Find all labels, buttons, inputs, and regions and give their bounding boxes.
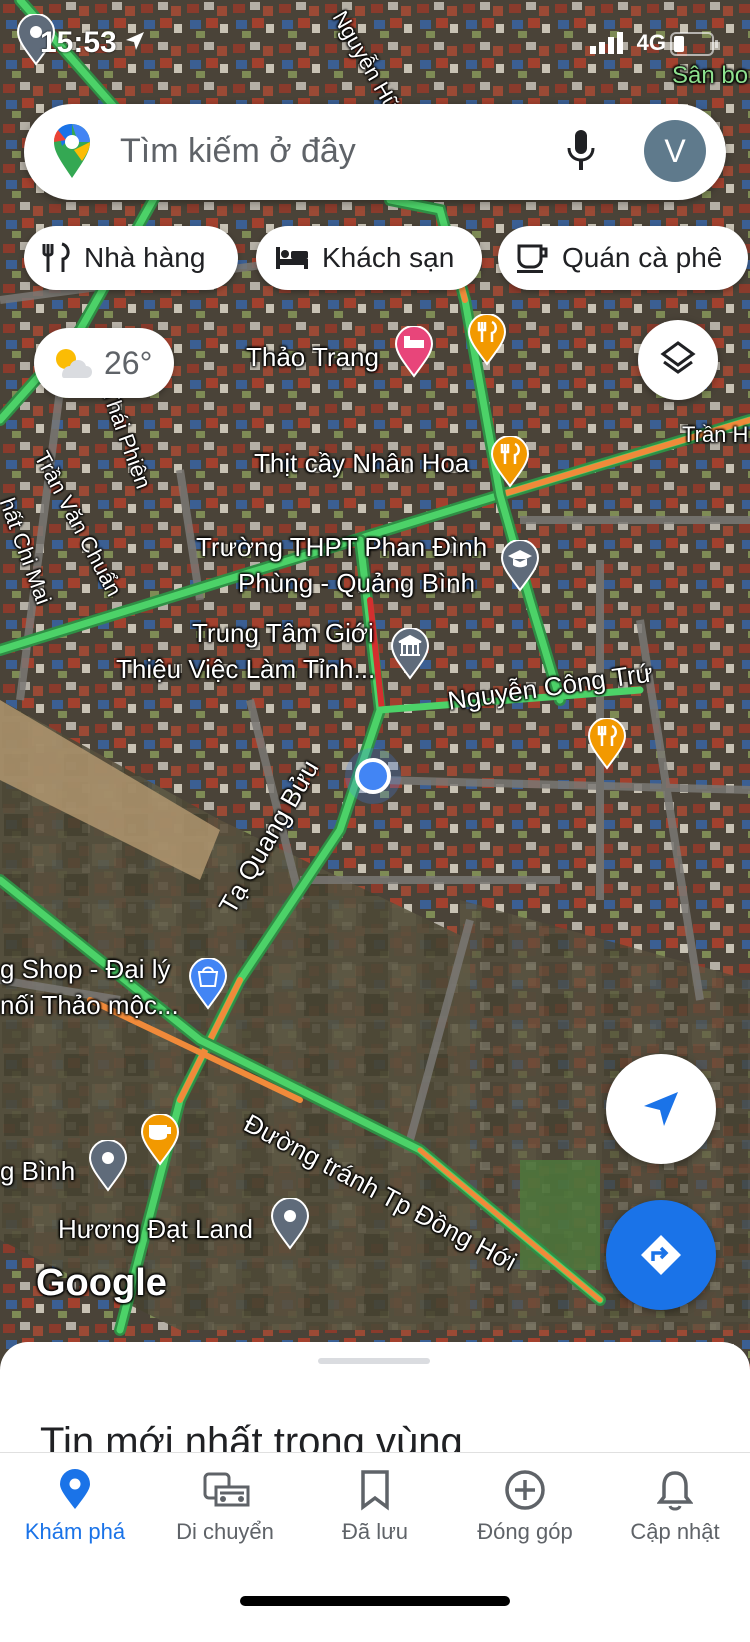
chip-label: Quán cà phê xyxy=(562,242,723,273)
nav-label: Di chuyển xyxy=(176,1519,274,1544)
nav-commute[interactable]: Di chuyển xyxy=(150,1453,300,1573)
map-label-thit-cay[interactable]: Thịt cầy Nhân Hoa xyxy=(254,448,469,479)
hotel-pin-icon[interactable] xyxy=(394,326,434,378)
nav-updates[interactable]: Cập nhật xyxy=(600,1453,750,1573)
account-avatar[interactable]: V xyxy=(644,120,706,182)
chip-restaurants[interactable]: Nhà hàng xyxy=(24,226,238,290)
current-location-dot xyxy=(355,758,391,794)
home-indicator xyxy=(240,1596,510,1606)
chip-label: Nhà hàng xyxy=(84,242,206,273)
nav-label: Khám phá xyxy=(24,1519,126,1544)
map-label-g-binh[interactable]: g Bình xyxy=(0,1156,75,1187)
weather-temperature: 26° xyxy=(104,345,153,381)
school-pin-icon[interactable] xyxy=(500,540,540,592)
map-label-truong-line1[interactable]: Trường THPT Phan Đình xyxy=(196,532,487,563)
status-bar: 15:53 4G xyxy=(0,18,750,74)
map-label-trung-tam-line2[interactable]: Thiệu Việc Làm Tỉnh... xyxy=(116,654,375,685)
add-circle-icon xyxy=(505,1470,545,1510)
partly-cloudy-icon xyxy=(56,349,92,378)
nav-saved[interactable]: Đã lưu xyxy=(300,1453,450,1573)
government-pin-icon[interactable] xyxy=(390,628,430,680)
map-label-huong-dat-land[interactable]: Hương Đạt Land xyxy=(58,1214,253,1245)
google-maps-logo-icon xyxy=(53,124,90,178)
map-label-shop-line1[interactable]: g Shop - Đại lý xyxy=(0,954,171,985)
layers-icon xyxy=(660,341,696,374)
microphone-icon[interactable] xyxy=(566,128,596,174)
bookmark-icon xyxy=(361,1470,389,1511)
nav-contribute[interactable]: Đóng góp xyxy=(450,1453,600,1573)
map-label-truong-line2[interactable]: Phùng - Quảng Bình xyxy=(238,568,475,599)
chip-label: Khách sạn xyxy=(322,242,455,273)
navigation-arrow-icon xyxy=(644,1092,678,1126)
restaurant-pin-icon[interactable] xyxy=(587,718,627,770)
bell-icon xyxy=(657,1471,693,1511)
status-time: 15:53 xyxy=(40,26,117,59)
cafe-pin-icon[interactable] xyxy=(140,1114,180,1166)
map-label-thao-trang[interactable]: Thảo Trang xyxy=(246,342,379,373)
place-pin-icon[interactable] xyxy=(270,1198,310,1250)
restaurant-icon xyxy=(42,242,70,272)
battery-icon xyxy=(670,32,718,56)
nav-label: Đóng góp xyxy=(477,1519,573,1544)
layers-button[interactable] xyxy=(638,320,718,400)
my-location-button[interactable] xyxy=(606,1054,716,1164)
chip-cafes[interactable]: Quán cà phê xyxy=(498,226,748,290)
nav-label: Đã lưu xyxy=(341,1519,409,1544)
network-type: 4G xyxy=(636,30,666,55)
location-arrow-icon xyxy=(126,32,144,50)
map-label-shop-line2[interactable]: nối Thảo mộc... xyxy=(0,990,179,1021)
cafe-icon xyxy=(517,244,548,273)
search-bar[interactable]: Tìm kiếm ở đây V xyxy=(24,104,726,200)
shopping-pin-icon[interactable] xyxy=(188,958,228,1010)
weather-chip[interactable]: 26° xyxy=(34,328,174,398)
nav-explore[interactable]: Khám phá xyxy=(0,1453,150,1573)
google-logo: Google xyxy=(36,1262,167,1304)
directions-button[interactable] xyxy=(606,1200,716,1310)
signal-icon xyxy=(590,32,623,54)
hotel-icon xyxy=(276,247,308,269)
commute-icon xyxy=(203,1472,250,1507)
nav-label: Cập nhật xyxy=(630,1519,720,1544)
street-label-tran-h: Trần H xyxy=(682,422,749,447)
restaurant-pin-icon[interactable] xyxy=(490,436,530,488)
explore-pin-icon xyxy=(60,1469,90,1509)
map-label-trung-tam-line1[interactable]: Trung Tâm Giới xyxy=(192,618,374,649)
chip-hotels[interactable]: Khách sạn xyxy=(256,226,482,290)
place-pin-icon[interactable] xyxy=(88,1140,128,1192)
directions-icon xyxy=(641,1235,681,1275)
restaurant-pin-icon[interactable] xyxy=(467,314,507,366)
search-input[interactable]: Tìm kiếm ở đây xyxy=(120,132,356,171)
sheet-drag-handle[interactable] xyxy=(318,1358,430,1364)
